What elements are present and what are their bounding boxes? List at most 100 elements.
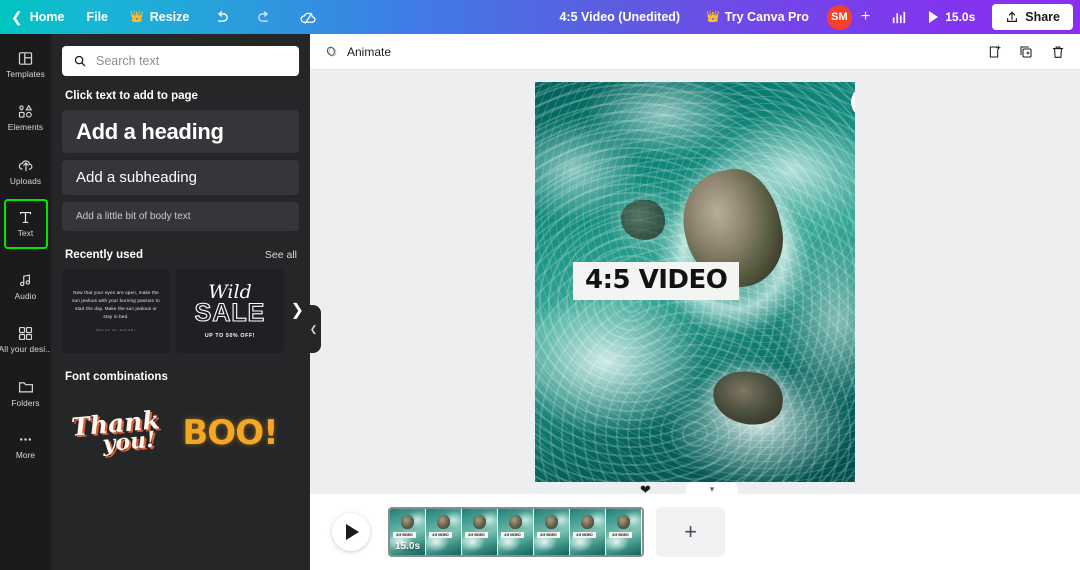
- font-combinations-title: Font combinations: [65, 371, 168, 383]
- frame-label: 4:5 VIDEO: [501, 532, 524, 538]
- play-icon: [346, 524, 359, 540]
- animate-button[interactable]: Animate: [324, 44, 391, 59]
- frame-rock: [509, 515, 522, 530]
- canva-editor: ❮ Home File 👑 Resize 4:5 Video (Unedited…: [0, 0, 1080, 570]
- heart-icon[interactable]: ❤: [640, 482, 651, 498]
- add-body-text-card[interactable]: Add a little bit of body text: [62, 202, 299, 231]
- cloud-sync-button[interactable]: [286, 0, 331, 34]
- sidebar-item-label: Audio: [14, 291, 37, 302]
- search-input[interactable]: Search text: [62, 46, 299, 76]
- sidebar-item-audio[interactable]: Audio: [4, 262, 48, 312]
- sidebar-item-templates[interactable]: Templates: [4, 40, 48, 90]
- avatar[interactable]: SM: [826, 4, 852, 30]
- document-title[interactable]: 4:5 Video (Unedited): [545, 10, 694, 24]
- file-label: File: [86, 10, 109, 24]
- quote-body: Now that your eyes are open, make the su…: [72, 289, 160, 320]
- undo-icon: [218, 10, 229, 22]
- frame-label: 4:5 VIDEO: [609, 532, 632, 538]
- recently-used-row: Now that your eyes are open, make the su…: [62, 269, 304, 353]
- thank-you-art: Thank you!: [70, 405, 162, 457]
- frame-rock: [437, 515, 450, 530]
- add-page-icon: [989, 44, 1001, 58]
- frame-rock: [581, 515, 594, 530]
- preview-duration-button[interactable]: 15.0s: [918, 10, 986, 24]
- sidebar-item-label: More: [15, 450, 36, 461]
- audio-icon: [19, 274, 31, 287]
- frame-rock: [473, 515, 486, 530]
- frame-label: 4:5 VIDEO: [537, 532, 560, 538]
- frame-label: 4:5 VIDEO: [393, 532, 416, 538]
- file-menu-button[interactable]: File: [75, 0, 119, 34]
- timeline-page-strip[interactable]: 4:5 VIDEO 4:5 VIDEO 4:5 VIDEO 4:5 VIDEO: [388, 507, 644, 557]
- frame-rock: [545, 515, 558, 530]
- frame-label: 4:5 VIDEO: [465, 532, 488, 538]
- sidebar-item-uploads[interactable]: Uploads: [4, 146, 48, 196]
- animate-icon: [326, 46, 337, 57]
- timeline-frame: 4:5 VIDEO: [462, 509, 498, 555]
- frame-rock: [401, 515, 414, 530]
- timeline-duration-label: 15.0s: [395, 541, 421, 552]
- bar-chart-icon: [893, 11, 906, 23]
- insights-button[interactable]: [879, 9, 918, 26]
- duplicate-page-button[interactable]: [1018, 44, 1034, 60]
- share-button[interactable]: Share: [992, 4, 1073, 30]
- timeline-add-page-button[interactable]: +: [656, 507, 725, 557]
- folders-icon: [18, 382, 33, 393]
- see-all-recently-used[interactable]: See all: [265, 249, 297, 261]
- resize-button[interactable]: 👑 Resize: [119, 0, 200, 34]
- left-rail: Templates Elements Uploads Text Audio Al…: [0, 34, 52, 570]
- search-placeholder: Search text: [96, 54, 160, 68]
- all-designs-icon: [18, 327, 33, 341]
- redo-icon: [258, 10, 269, 22]
- more-icon: [20, 438, 31, 442]
- sidebar-item-folders[interactable]: Folders: [4, 368, 48, 418]
- add-subheading-card[interactable]: Add a subheading: [62, 160, 299, 195]
- add-heading-card[interactable]: Add a heading: [62, 110, 299, 153]
- timeline-collapse-button[interactable]: ▾: [686, 482, 738, 496]
- resize-label: Resize: [149, 10, 190, 24]
- redo-button[interactable]: [243, 0, 286, 34]
- timeline-frame: 4:5 VIDEO: [570, 509, 606, 555]
- canvas-text-element[interactable]: 4:5 VIDEO: [573, 262, 740, 300]
- sidebar-item-text[interactable]: Text: [3, 199, 48, 249]
- font-combo-boo[interactable]: BOO!: [176, 391, 284, 475]
- font-combinations-row: Thank you! BOO!: [62, 391, 299, 475]
- play-button[interactable]: [332, 513, 370, 551]
- timeline-bar: ❤ ▾ 4:5 VIDEO 4:5 VIDEO 4:5 VIDEO 4:5 VI…: [310, 482, 1080, 570]
- undo-button[interactable]: [200, 0, 243, 34]
- recent-template-quote[interactable]: Now that your eyes are open, make the su…: [62, 269, 170, 353]
- uploads-icon: [18, 160, 32, 172]
- pro-label: Try Canva Pro: [724, 10, 809, 24]
- quote-text: Now that your eyes are open, make the su…: [62, 289, 170, 333]
- delete-page-button[interactable]: [1050, 44, 1066, 60]
- sidebar-item-elements[interactable]: Elements: [4, 93, 48, 143]
- recent-template-sale[interactable]: Wild SALE UP TO 50% OFF!: [176, 269, 284, 353]
- sidebar-item-label: All your desi...: [0, 344, 53, 355]
- sidebar-item-label: Templates: [6, 69, 45, 80]
- sidebar-item-all-your-designs[interactable]: All your desi...: [0, 315, 52, 365]
- recently-used-next-arrow[interactable]: ❯: [291, 300, 304, 320]
- sale-sub-text: UP TO 50% OFF!: [204, 333, 256, 339]
- trash-icon: [1052, 46, 1064, 58]
- canvas-wrapper: 4:5 VIDEO: [310, 70, 1080, 494]
- timeline-trim-handle[interactable]: [642, 509, 644, 555]
- font-combinations-header: Font combinations: [65, 371, 297, 383]
- editor-area: Animate 4:5 VIDEO ❤ ▾ 4:5 VIDEO 4:5 VIDE…: [310, 34, 1080, 570]
- try-canva-pro-button[interactable]: 👑 Try Canva Pro: [694, 10, 821, 24]
- sidebar-item-more[interactable]: More: [4, 421, 48, 471]
- recently-used-title: Recently used: [65, 249, 143, 261]
- font-combo-thank-you[interactable]: Thank you!: [62, 391, 170, 475]
- frame-label: 4:5 VIDEO: [573, 532, 596, 538]
- panel-collapse-button[interactable]: ❮: [306, 305, 321, 353]
- duplicate-page-icon: [1020, 45, 1032, 58]
- page-actions: [986, 44, 1066, 60]
- crown-icon: 👑: [130, 10, 144, 23]
- frame-label: 4:5 VIDEO: [429, 532, 452, 538]
- invite-members-button[interactable]: +: [852, 9, 879, 25]
- home-button[interactable]: ❮ Home: [0, 0, 75, 34]
- rock-small: [621, 200, 665, 240]
- boo-art: BOO!: [182, 413, 278, 453]
- add-page-button[interactable]: [986, 44, 1002, 60]
- design-canvas[interactable]: 4:5 VIDEO: [535, 82, 855, 482]
- play-icon: [929, 11, 939, 23]
